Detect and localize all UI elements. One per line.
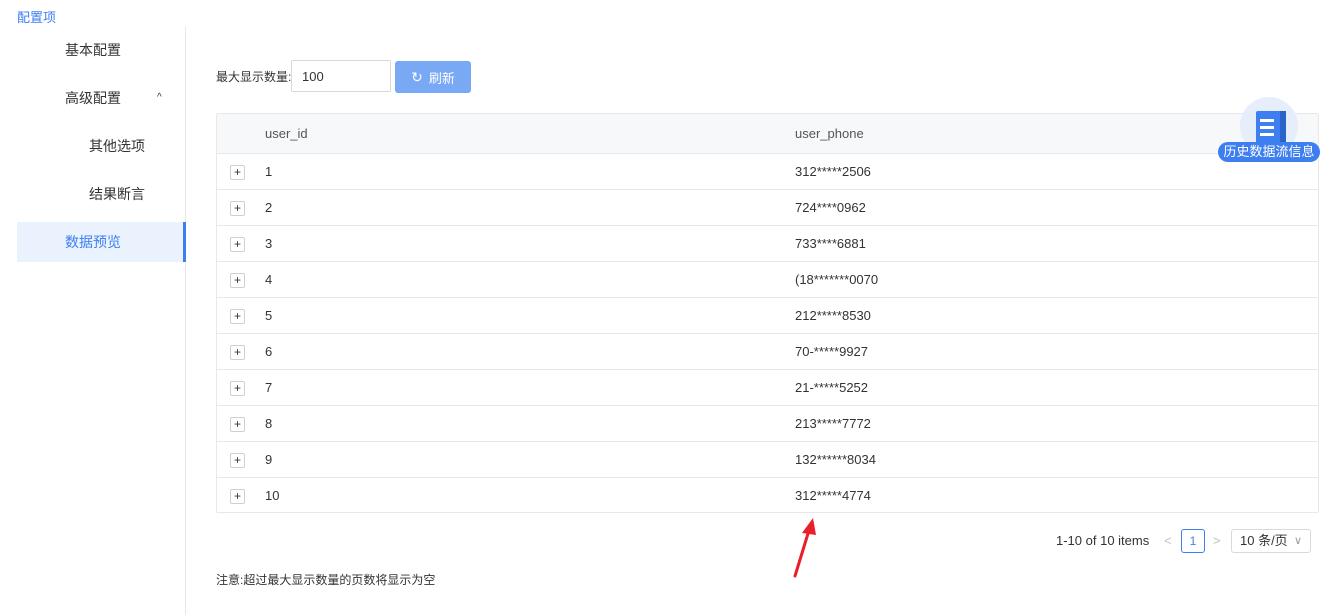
table-row: +8 213*****7772 <box>217 406 1318 442</box>
cell-user-phone: 724****0962 <box>795 200 866 215</box>
table-row: +1 312*****2506 <box>217 154 1318 190</box>
cell-user-phone: (18*******0070 <box>795 272 879 287</box>
table-row: +9 132******8034 <box>217 442 1318 478</box>
cell-user-id: 3 <box>265 236 273 251</box>
cell-user-id: 9 <box>265 452 273 467</box>
refresh-button[interactable]: ↻ 刷新 <box>395 61 471 93</box>
sidebar: 基本配置 高级配置 ^ 其他选项 结果断言 数据预览 <box>0 26 186 615</box>
notice-text: 注意:超过最大显示数量的页数将显示为空 <box>216 573 436 587</box>
table-row: +4 (18*******0070 <box>217 262 1318 298</box>
expand-row-icon[interactable]: + <box>230 309 245 324</box>
table-row: +3 733****6881 <box>217 226 1318 262</box>
table-row: +5 212*****8530 <box>217 298 1318 334</box>
cell-user-id: 4 <box>265 272 273 287</box>
page-number-button[interactable]: 1 <box>1181 529 1205 553</box>
expand-row-icon[interactable]: + <box>230 165 245 180</box>
expand-row-icon[interactable]: + <box>230 237 245 252</box>
expand-row-icon[interactable]: + <box>230 489 245 504</box>
table-row: +10 312*****4774 <box>217 478 1318 514</box>
cell-user-id: 8 <box>265 416 273 431</box>
expand-row-icon[interactable]: + <box>230 453 245 468</box>
table-row: +7 21-*****5252 <box>217 370 1318 406</box>
sidebar-item-label: 基本配置 <box>65 42 121 58</box>
column-header-user-id[interactable]: user_id <box>265 114 308 154</box>
sidebar-item-label: 高级配置 <box>65 90 121 106</box>
cell-user-id: 2 <box>265 200 273 215</box>
expand-row-icon[interactable]: + <box>230 201 245 216</box>
cell-user-phone: 212*****8530 <box>795 308 871 323</box>
page-size-select[interactable]: 10 条/页 ∨ <box>1231 529 1311 553</box>
pagination-info: 1-10 of 10 items <box>1056 533 1150 548</box>
cell-user-id: 5 <box>265 308 273 323</box>
table-header: user_id user_phone <box>217 114 1318 154</box>
cell-user-phone: 70-*****9927 <box>795 344 869 359</box>
page-size-value: 10 条/页 <box>1240 533 1288 548</box>
sidebar-item-advanced-config[interactable]: 高级配置 ^ <box>17 78 186 118</box>
page-title: 配置项 <box>17 10 57 25</box>
history-data-icon <box>1256 111 1286 143</box>
cell-user-phone: 733****6881 <box>795 236 866 251</box>
sidebar-item-label: 结果断言 <box>89 186 145 202</box>
expand-row-icon[interactable]: + <box>230 345 245 360</box>
sidebar-item-data-preview[interactable]: 数据预览 <box>17 222 186 262</box>
cell-user-phone: 312*****2506 <box>795 164 871 179</box>
max-display-input[interactable] <box>291 60 391 92</box>
column-header-user-phone[interactable]: user_phone <box>795 114 864 154</box>
sidebar-item-result-assertion[interactable]: 结果断言 <box>17 174 186 214</box>
sidebar-item-other-options[interactable]: 其他选项 <box>17 126 186 166</box>
refresh-icon: ↻ <box>411 69 423 85</box>
sidebar-item-label: 其他选项 <box>89 138 145 154</box>
cell-user-id: 6 <box>265 344 273 359</box>
chevron-up-icon: ^ <box>157 92 162 103</box>
refresh-button-label: 刷新 <box>428 70 455 86</box>
chevron-down-icon: ∨ <box>1293 535 1302 547</box>
cell-user-phone: 213*****7772 <box>795 416 871 431</box>
annotation-arrow-icon <box>793 518 816 578</box>
table-row: +6 70-*****9927 <box>217 334 1318 370</box>
expand-row-icon[interactable]: + <box>230 417 245 432</box>
cell-user-phone: 21-*****5252 <box>795 380 869 395</box>
expand-row-icon[interactable]: + <box>230 381 245 396</box>
cell-user-phone: 312*****4774 <box>795 488 871 503</box>
cell-user-id: 10 <box>265 488 280 503</box>
max-display-label: 最大显示数量: <box>216 70 292 84</box>
history-dataflow-widget[interactable]: 历史数据流信息 <box>1218 97 1320 163</box>
expand-row-icon[interactable]: + <box>230 273 245 288</box>
cell-user-id: 1 <box>265 164 273 179</box>
cell-user-phone: 132******8034 <box>795 452 876 467</box>
widget-label: 历史数据流信息 <box>1218 142 1320 162</box>
sidebar-item-label: 数据预览 <box>65 234 121 250</box>
table-row: +2 724****0962 <box>217 190 1318 226</box>
data-table: user_id user_phone +1 312*****2506 +2 724**… <box>216 113 1319 513</box>
cell-user-id: 7 <box>265 380 273 395</box>
next-page-icon[interactable]: > <box>1213 533 1221 548</box>
prev-page-icon[interactable]: < <box>1164 533 1172 548</box>
sidebar-item-basic-config[interactable]: 基本配置 <box>17 30 186 70</box>
